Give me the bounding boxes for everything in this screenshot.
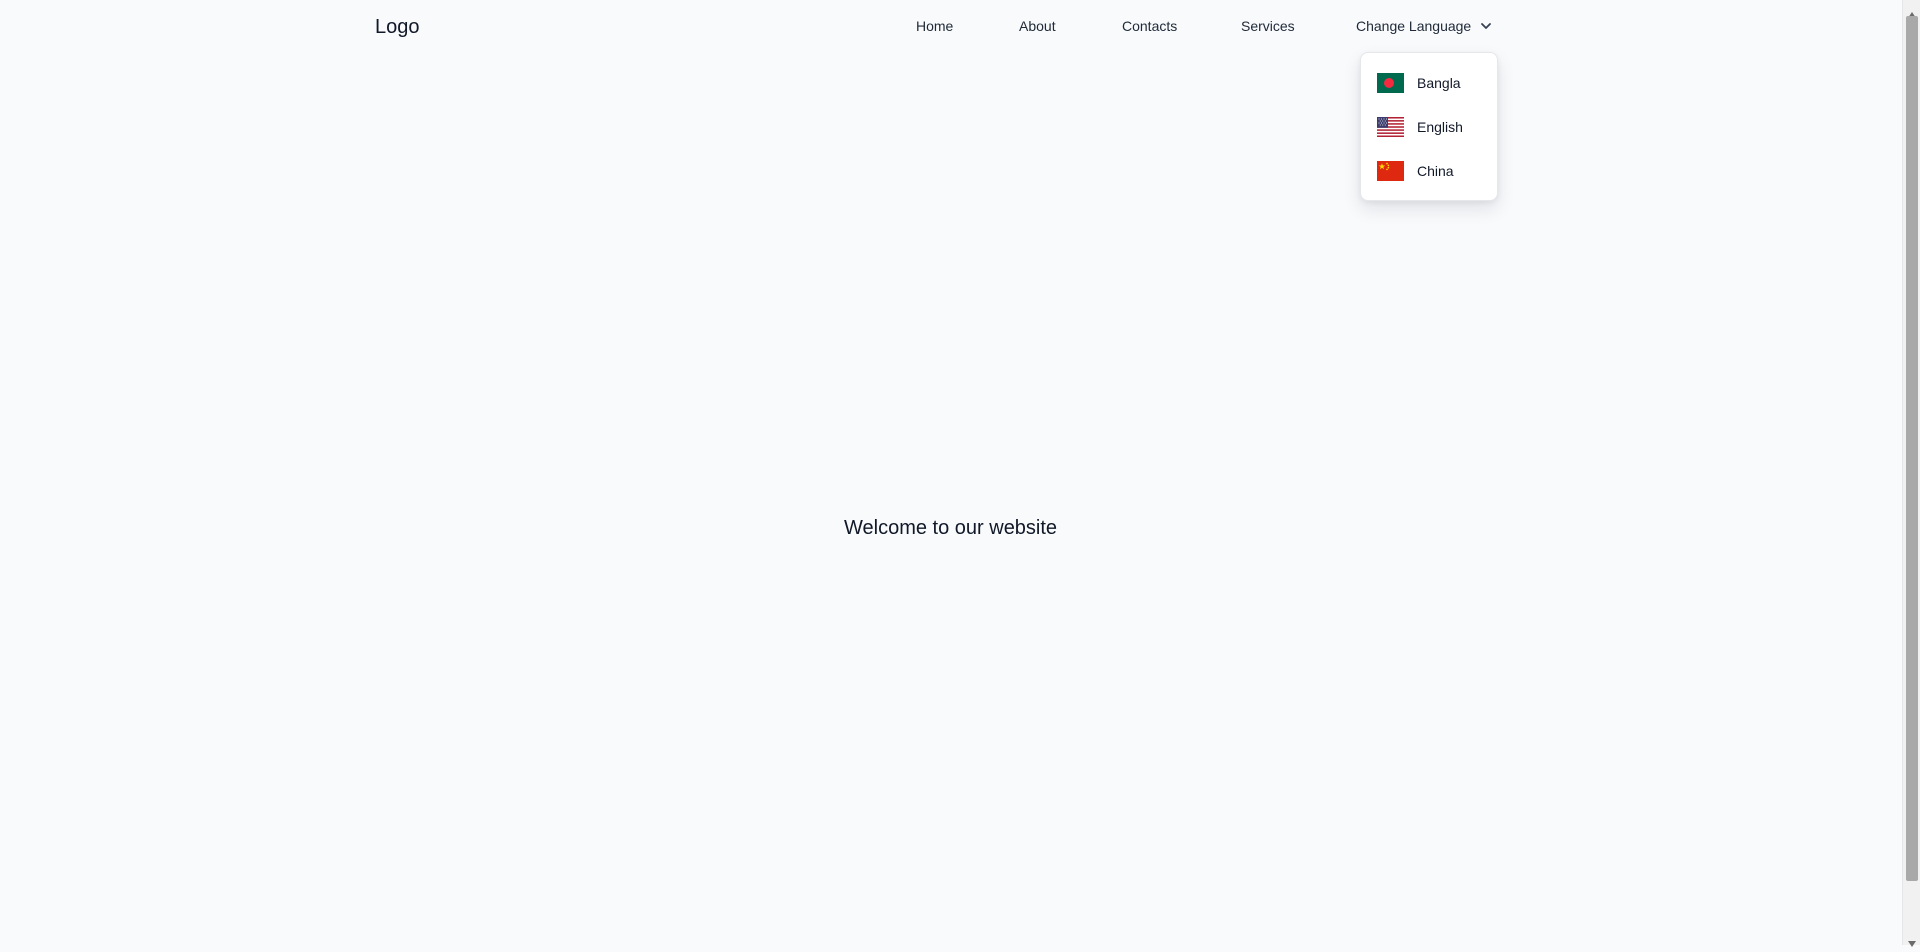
scroll-down-arrow-icon[interactable] [1908,934,1916,947]
navbar: Logo Home About Contacts Services Change… [0,0,1902,54]
nav-about-link[interactable]: About [1019,16,1056,36]
language-option-china[interactable]: China [1377,157,1483,185]
nav-services-link[interactable]: Services [1241,16,1295,36]
language-option-label: English [1417,119,1463,135]
welcome-text: Welcome to our website [844,517,1058,539]
change-language-label: Change Language [1356,18,1472,34]
language-option-english[interactable]: English [1377,113,1483,141]
vertical-scrollbar[interactable] [1902,0,1920,947]
chevron-down-icon [1479,19,1493,33]
language-option-label: China [1417,163,1454,179]
change-language-button[interactable]: Change Language [1356,16,1493,36]
china-flag-icon [1377,161,1404,181]
scrollbar-thumb[interactable] [1906,16,1918,881]
language-option-bangla[interactable]: Bangla [1377,69,1483,97]
bangladesh-flag-icon [1377,73,1404,93]
nav-contacts-link[interactable]: Contacts [1122,16,1177,36]
language-option-label: Bangla [1417,75,1461,91]
page: Logo Home About Contacts Services Change… [0,0,1902,945]
nav-home-link[interactable]: Home [916,16,953,36]
language-dropdown-menu: Bangla English China [1360,52,1498,201]
logo[interactable]: Logo [375,13,420,41]
scroll-up-arrow-icon[interactable] [1908,5,1916,18]
us-flag-icon [1377,117,1404,137]
